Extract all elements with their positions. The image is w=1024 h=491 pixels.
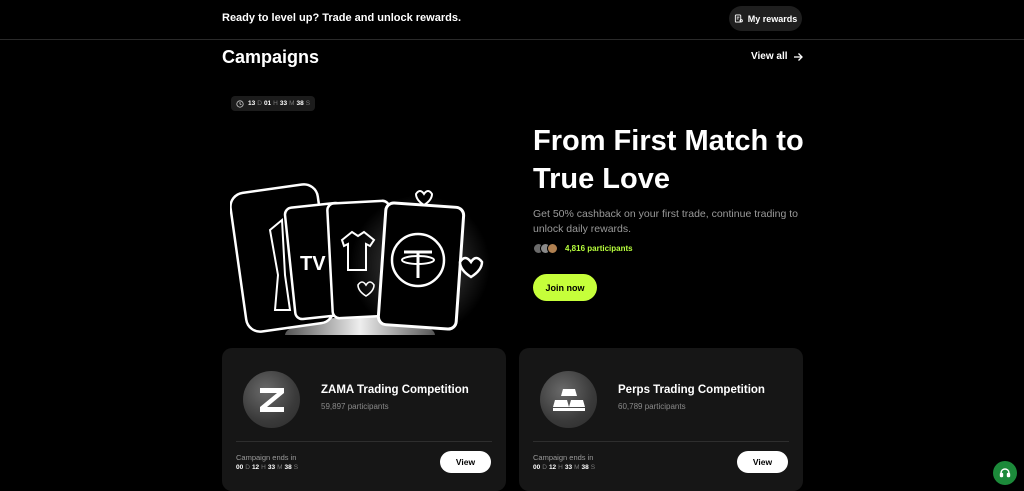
campaign-name: Perps Trading Competition	[618, 384, 765, 396]
svg-text:TV: TV	[300, 253, 326, 275]
campaign-participants: 59,897 participants	[321, 402, 389, 411]
timer-days-unit: D	[257, 100, 262, 107]
gold-bars-icon	[540, 371, 597, 428]
ends-minutes-unit: M	[277, 464, 283, 471]
arrow-right-icon	[793, 52, 803, 61]
campaign-ends-countdown: 00 D 12 H 33 M 38 S	[533, 464, 595, 471]
timer-hours-unit: H	[273, 100, 278, 107]
campaign-ends-label: Campaign ends in	[236, 453, 297, 462]
timer-minutes: 33	[279, 100, 288, 107]
clock-icon	[236, 99, 244, 108]
campaign-name: ZAMA Trading Competition	[321, 384, 469, 396]
ends-days-unit: D	[245, 464, 250, 471]
ends-hours: 12	[251, 464, 260, 471]
hero-cards-illustration: TV	[230, 183, 490, 335]
ends-seconds-unit: S	[293, 464, 299, 471]
ends-seconds: 38	[284, 464, 292, 471]
ends-minutes: 33	[267, 464, 276, 471]
timer-days: 13	[248, 100, 256, 107]
card-divider	[236, 441, 492, 442]
my-rewards-label: My rewards	[747, 13, 798, 24]
timer-seconds-unit: S	[305, 100, 311, 107]
card-divider	[533, 441, 789, 442]
ends-hours-unit: H	[261, 464, 266, 471]
timer-hours: 01	[263, 100, 272, 107]
campaign-participants: 60,789 participants	[618, 402, 686, 411]
rewards-icon	[734, 14, 743, 23]
participants-count: 4,816 participants	[565, 244, 633, 253]
ends-days: 00	[533, 464, 541, 471]
headset-icon	[999, 468, 1011, 478]
view-all-label: View all	[751, 51, 788, 62]
participant-avatars	[533, 243, 558, 254]
ends-days: 00	[236, 464, 244, 471]
hero-participants: 4,816 participants	[533, 243, 633, 254]
view-button[interactable]: View	[440, 451, 491, 473]
ends-hours: 12	[548, 464, 557, 471]
campaign-card-zama[interactable]: ZAMA Trading Competition 59,897 particip…	[222, 348, 506, 491]
join-now-button[interactable]: Join now	[533, 274, 597, 301]
campaign-ends-countdown: 00 D 12 H 33 M 38 S	[236, 464, 298, 471]
my-rewards-button[interactable]: My rewards	[729, 6, 802, 31]
hero-countdown-timer: 13 D 01 H 33 M 38 S	[231, 96, 316, 111]
campaigns-title: Campaigns	[222, 47, 320, 67]
ends-hours-unit: H	[558, 464, 563, 471]
view-button[interactable]: View	[737, 451, 788, 473]
campaign-ends-label: Campaign ends in	[533, 453, 594, 462]
avatar	[547, 243, 558, 254]
hero-title: From First Match to True Love	[533, 125, 804, 195]
ends-seconds-unit: S	[590, 464, 596, 471]
hero-description: Get 50% cashback on your first trade, co…	[533, 208, 798, 235]
view-all-link[interactable]: View all	[751, 51, 803, 62]
top-banner: Ready to level up? Trade and unlock rewa…	[0, 0, 1024, 40]
ends-minutes-unit: M	[574, 464, 580, 471]
ends-minutes: 33	[564, 464, 573, 471]
ends-days-unit: D	[542, 464, 547, 471]
timer-minutes-unit: M	[289, 100, 295, 107]
ends-seconds: 38	[581, 464, 589, 471]
banner-message: Ready to level up? Trade and unlock rewa…	[222, 12, 462, 24]
zama-logo-icon	[243, 371, 300, 428]
timer-seconds: 38	[296, 100, 304, 107]
campaign-card-perps[interactable]: Perps Trading Competition 60,789 partici…	[519, 348, 803, 491]
support-chat-button[interactable]	[993, 461, 1017, 485]
